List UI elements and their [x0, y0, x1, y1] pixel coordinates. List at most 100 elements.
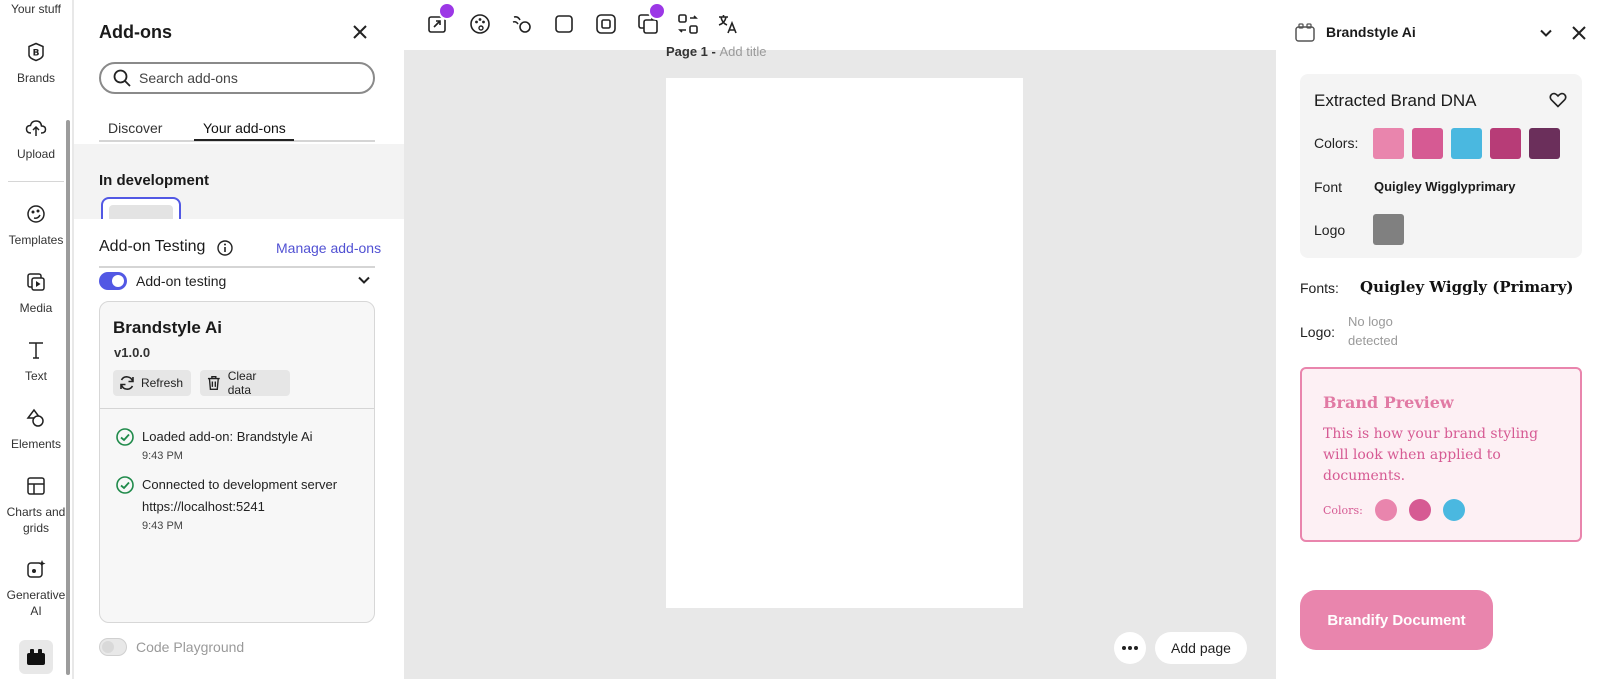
log-message: Loaded add-on: Brandstyle Ai — [142, 429, 313, 444]
upload-cloud-icon — [24, 116, 48, 140]
color-swatch[interactable] — [1490, 128, 1521, 159]
rail-item-add-ons[interactable] — [19, 640, 53, 674]
info-button[interactable] — [217, 240, 233, 256]
rail-label-charts-and-grids: Charts and grids — [6, 505, 66, 535]
clear-data-label: Clear data — [227, 369, 257, 397]
favorite-button[interactable] — [1548, 90, 1568, 110]
logo-row: Logo: No logo detected — [1300, 312, 1582, 352]
rail-scrollbar[interactable] — [66, 120, 70, 675]
search-add-ons-field[interactable] — [99, 62, 375, 94]
add-on-card: Brandstyle Ai v1.0.0 Refresh Clear data … — [99, 301, 375, 623]
tab-your-add-ons[interactable]: Your add-ons — [203, 120, 286, 136]
brand-preview-card: Brand Preview This is how your brand sty… — [1300, 367, 1582, 542]
heart-icon — [1549, 92, 1567, 108]
add-on-name: Brandstyle Ai — [113, 318, 222, 337]
animation-icon — [512, 16, 531, 33]
expand-button[interactable] — [357, 273, 371, 287]
brand-preview-body: This is how your brand styling will look… — [1323, 426, 1539, 484]
editor-canvas: Page 1 - Add title Add page — [404, 0, 1276, 679]
rail-item-upload[interactable]: Upload — [0, 116, 72, 162]
generative-ai-icon — [24, 557, 48, 581]
rail-item-charts-and-grids[interactable]: Charts and grids — [0, 474, 72, 536]
brandify-document-button[interactable]: Brandify Document — [1300, 590, 1493, 650]
color-swatch[interactable] — [1529, 128, 1560, 159]
log-message: Connected to development server https://… — [142, 477, 338, 514]
layers-button[interactable] — [636, 2, 666, 36]
frame-button[interactable] — [594, 12, 618, 36]
add-ons-tabs: Discover Your add-ons — [99, 112, 375, 142]
tab-discover[interactable]: Discover — [108, 120, 162, 136]
manage-add-ons-link[interactable]: Manage add-ons — [276, 240, 381, 256]
check-circle-icon — [116, 428, 134, 446]
logo-value: No logo detected — [1348, 314, 1398, 348]
media-icon — [24, 270, 48, 294]
page-number: Page 1 - — [666, 44, 720, 59]
preview-color-dot — [1375, 499, 1397, 521]
frame-icon — [596, 14, 616, 34]
translate-button[interactable] — [716, 12, 740, 36]
divider — [100, 408, 374, 409]
theme-button[interactable] — [468, 12, 492, 36]
clear-data-button[interactable]: Clear data — [200, 369, 290, 397]
more-options-button[interactable] — [1114, 632, 1146, 664]
code-playground-row: Code Playground — [99, 637, 375, 659]
rail-item-brands[interactable]: B Brands — [0, 40, 72, 86]
divider — [99, 266, 375, 268]
refresh-button[interactable]: Refresh — [113, 370, 191, 396]
chevron-down-icon — [1540, 29, 1552, 37]
resize-button[interactable] — [426, 2, 456, 36]
rail-label-media: Media — [19, 301, 53, 315]
logo-label: Logo — [1314, 222, 1346, 238]
color-swatch[interactable] — [1412, 128, 1443, 159]
rail-item-elements[interactable]: Elements — [0, 406, 72, 452]
rail-label-text: Text — [24, 369, 47, 383]
canvas-toolbar — [404, 0, 1276, 50]
close-icon — [1572, 26, 1586, 40]
brand-dna-title: Extracted Brand DNA — [1314, 91, 1477, 110]
page-title-placeholder[interactable]: Add title — [719, 44, 766, 59]
brands-icon: B — [24, 40, 48, 64]
add-page-button[interactable]: Add page — [1155, 632, 1247, 664]
collapse-button[interactable] — [1538, 25, 1554, 41]
brand-preview-title: Brand Preview — [1323, 393, 1454, 412]
add-ons-icon — [27, 649, 45, 665]
code-playground-toggle[interactable] — [99, 638, 127, 656]
font-label: Font — [1314, 179, 1343, 195]
add-ons-panel: Add-ons Discover Your add-ons In develop… — [74, 0, 478, 679]
swap-icon — [678, 14, 698, 34]
add-on-version: v1.0.0 — [114, 345, 151, 360]
color-swatch[interactable] — [1451, 128, 1482, 159]
close-add-on-button[interactable] — [1570, 24, 1588, 42]
svg-text:B: B — [33, 49, 40, 59]
refresh-icon — [120, 376, 134, 390]
info-icon — [217, 240, 233, 256]
animate-button[interactable] — [510, 12, 534, 36]
add-on-testing-title: Add-on Testing — [99, 238, 206, 255]
rail-item-your-stuff[interactable]: Your stuff — [0, 2, 72, 16]
rail-label-generative-ai: Generative AI — [6, 588, 66, 618]
fonts-row: Fonts: Quigley Wiggly (Primary) — [1300, 278, 1582, 302]
preview-color-dot — [1409, 499, 1431, 521]
close-panel-button[interactable] — [350, 22, 370, 42]
trash-icon — [207, 375, 220, 391]
search-add-ons-input[interactable] — [139, 70, 359, 86]
rail-label-elements: Elements — [10, 437, 62, 451]
colors-label: Colors: — [1314, 135, 1359, 151]
color-swatch[interactable] — [1373, 128, 1404, 159]
premium-crown-icon — [648, 2, 666, 20]
rail-item-media[interactable]: Media — [0, 270, 72, 316]
rail-label-brands: Brands — [16, 71, 56, 85]
shape-button[interactable] — [552, 12, 576, 36]
replace-button[interactable] — [676, 12, 700, 36]
rail-item-templates[interactable]: Templates — [0, 202, 72, 248]
add-on-testing-toggle[interactable] — [99, 272, 127, 290]
premium-crown-icon — [438, 2, 456, 20]
add-ons-title: Add-ons — [99, 22, 172, 42]
rail-item-generative-ai[interactable]: Generative AI — [0, 557, 72, 619]
page-label: Page 1 - Add title — [666, 44, 766, 59]
templates-icon — [24, 202, 48, 226]
document-page[interactable] — [666, 78, 1023, 608]
square-icon — [555, 15, 573, 33]
rail-item-text[interactable]: Text — [0, 338, 72, 384]
elements-shapes-icon — [24, 406, 48, 430]
